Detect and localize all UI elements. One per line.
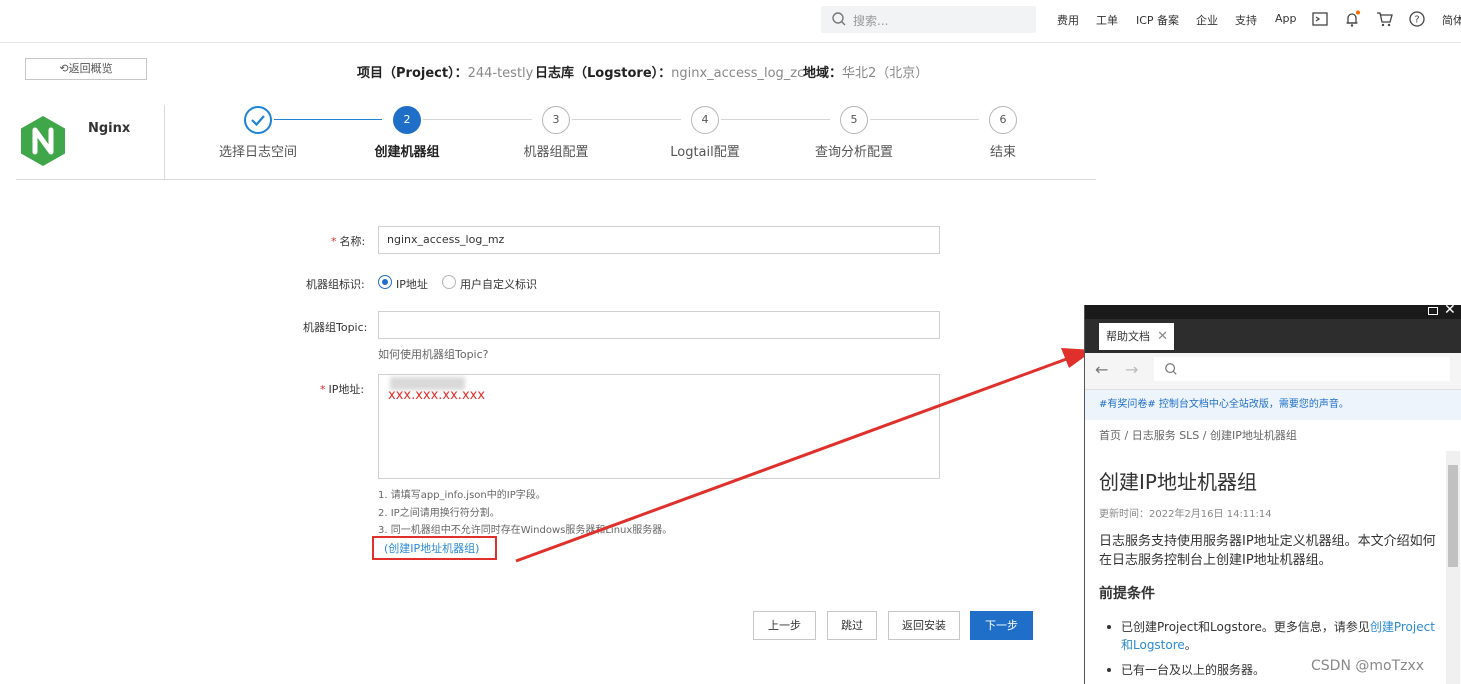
hint-2: 2. IP之间请用换行符分割。 [378, 508, 500, 519]
topic-help-link[interactable]: 如何使用机器组Topic? [378, 346, 489, 362]
cart-icon[interactable] [1376, 10, 1394, 28]
nav-tickets[interactable]: 工单 [1096, 12, 1118, 28]
create-ip-group-link[interactable]: (创建IP地址机器组) [384, 540, 479, 556]
help-search-input[interactable] [1154, 357, 1450, 381]
help-article-title: 创建IP地址机器组 [1099, 470, 1257, 494]
bullet [1107, 668, 1111, 672]
step-connector [572, 119, 681, 120]
svg-text:?: ? [1414, 15, 1419, 26]
topic-input[interactable] [378, 311, 940, 339]
close-icon[interactable]: ✕ [1444, 302, 1456, 318]
next-step-button[interactable]: 下一步 [970, 611, 1033, 640]
nav-enterprise[interactable]: 企业 [1196, 12, 1218, 28]
help-list-item-1: 已创建Project和Logstore。更多信息，请参见创建Project和Lo… [1121, 620, 1435, 652]
survey-banner[interactable]: #有奖问卷# 控制台文档中心全站改版，需要您的声音。 [1085, 390, 1461, 420]
identifier-label: 机器组标识: [306, 278, 365, 291]
close-tab-icon[interactable]: ✕ [1157, 323, 1168, 350]
help-scrollbar-thumb[interactable] [1448, 465, 1458, 567]
watermark: CSDN @moTzxx [1311, 658, 1425, 674]
radio-ip-address-label[interactable]: IP地址 [396, 276, 428, 292]
bullet [1107, 625, 1111, 629]
step-1-complete [244, 106, 272, 134]
radio-ip-address[interactable] [378, 275, 392, 289]
step-4: 4 [691, 106, 719, 134]
step-connector [870, 119, 979, 120]
forward-arrow-icon[interactable]: → [1125, 360, 1138, 379]
dock-icon[interactable] [1428, 307, 1438, 315]
step-connector [721, 119, 830, 120]
bell-icon[interactable] [1343, 10, 1361, 28]
region-info: 地域：华北2（北京） [803, 66, 929, 81]
hint-3: 3. 同一机器组中不允许同时存在Windows服务器和Linux服务器。 [378, 525, 673, 536]
back-arrow-icon: ⟲ [59, 62, 69, 75]
step-1-label: 选择日志空间 [218, 145, 298, 160]
help-icon[interactable]: ? [1408, 10, 1426, 28]
step-5-label: 查询分析配置 [814, 145, 894, 160]
nav-app[interactable]: App [1275, 12, 1297, 25]
topic-label: 机器组Topic: [303, 321, 368, 334]
step-5: 5 [840, 106, 868, 134]
step-2-current: 2 [393, 106, 421, 134]
check-icon [251, 115, 265, 127]
prev-step-button[interactable]: 上一步 [753, 611, 816, 640]
back-arrow-icon[interactable]: ← [1095, 360, 1108, 379]
skip-button[interactable]: 跳过 [827, 611, 877, 640]
help-updated-time: 更新时间：2022年2月16日 14:11:14 [1099, 509, 1272, 520]
step-2-label: 创建机器组 [374, 145, 440, 160]
language-switch[interactable]: 简体 [1442, 12, 1461, 28]
hint-1: 1. 请填写app_info.json中的IP字段。 [378, 490, 546, 501]
ip-address-value: xxx.xxx.xx.xxx [388, 388, 486, 403]
step-connector [274, 119, 382, 120]
ip-label: * IP地址: [320, 383, 365, 396]
nav-billing[interactable]: 费用 [1057, 12, 1079, 28]
name-input[interactable]: nginx_access_log_mz [378, 226, 940, 254]
help-panel: ✕ 帮助文档 ✕ ← → #有奖问卷# 控制台文档中心全站改版，需要您的声音。 … [1084, 302, 1461, 684]
search-icon [1165, 363, 1177, 375]
app-name: Nginx [88, 121, 131, 136]
search-placeholder: 搜索... [853, 14, 889, 28]
radio-custom-identifier[interactable] [442, 275, 456, 289]
radio-custom-identifier-label[interactable]: 用户自定义标识 [460, 276, 537, 292]
step-3-label: 机器组配置 [523, 145, 589, 160]
back-to-overview-button[interactable]: ⟲返回概览 [25, 58, 147, 80]
project-info: 项目（Project）：244-testly [357, 66, 534, 81]
nav-support[interactable]: 支持 [1235, 12, 1257, 28]
help-tab[interactable]: 帮助文档 ✕ [1099, 323, 1174, 350]
step-connector [423, 119, 532, 120]
help-intro-text: 日志服务支持使用服务器IP地址定义机器组。本文介绍如何在日志服务控制台上创建IP… [1099, 534, 1436, 568]
logstore-info: 日志库（Logstore）：nginx_access_log_zc [535, 66, 805, 81]
nav-icp[interactable]: ICP 备案 [1136, 12, 1179, 28]
global-search-input[interactable]: 搜索... [821, 6, 1036, 33]
vertical-divider [164, 105, 165, 179]
help-breadcrumb[interactable]: 首页 / 日志服务 SLS / 创建IP地址机器组 [1099, 427, 1297, 443]
step-4-label: Logtail配置 [670, 145, 740, 160]
terminal-icon[interactable] [1311, 10, 1329, 28]
step-6-label: 结束 [989, 145, 1017, 160]
horizontal-divider [16, 179, 1096, 180]
step-3: 3 [542, 106, 570, 134]
back-install-button[interactable]: 返回安装 [888, 611, 960, 640]
name-label: * 名称: [331, 235, 366, 248]
search-icon [832, 12, 846, 26]
step-6: 6 [989, 106, 1017, 134]
nginx-logo-icon [21, 116, 65, 166]
help-section-title: 前提条件 [1099, 586, 1155, 602]
help-panel-titlebar: ✕ [1085, 302, 1461, 319]
notification-dot [1356, 10, 1360, 15]
